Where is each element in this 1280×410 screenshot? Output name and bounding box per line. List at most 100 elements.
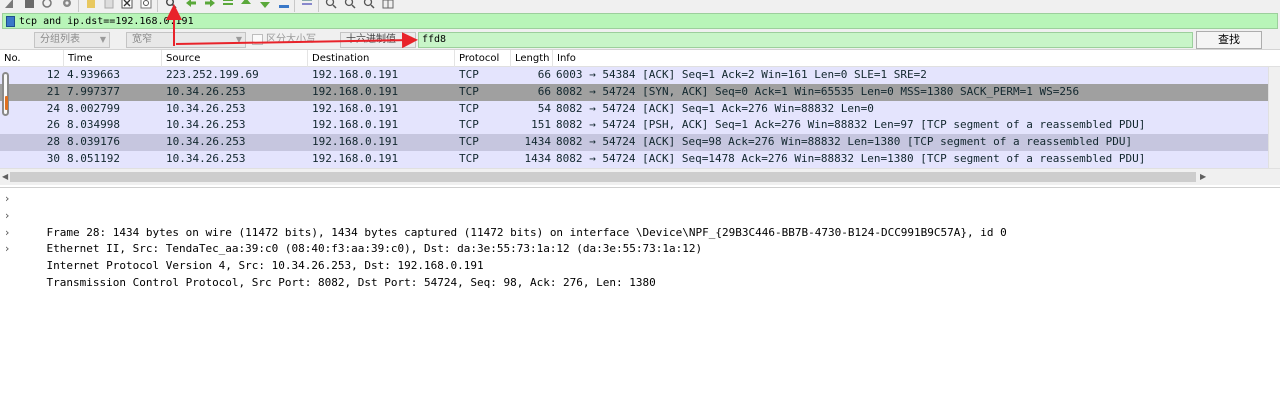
packet-no: 24	[46, 101, 60, 115]
packet-time: 8.002799	[67, 101, 120, 115]
scroll-right-icon[interactable]: ▶	[1200, 172, 1206, 181]
packet-info: 8082 → 54724 [ACK] Seq=98 Ack=276 Win=88…	[556, 135, 1133, 149]
packet-source: 223.252.199.69	[166, 68, 259, 81]
auto-scroll-icon[interactable]	[277, 0, 291, 10]
display-filter-text: tcp and ip.dst==192.168.0.191	[19, 16, 194, 27]
packet-time: 8.051192	[67, 151, 120, 165]
packet-source: 10.34.26.253	[166, 101, 246, 115]
packet-protocol: TCP	[459, 151, 479, 165]
packet-length: 54	[537, 101, 551, 115]
detail-tree-item-ip[interactable]: › Internet Protocol Version 4, Src: 10.3…	[0, 225, 1280, 273]
search-value-input[interactable]: ffd8	[418, 32, 1193, 48]
filter-bookmark-icon[interactable]	[6, 16, 15, 27]
capture-options-icon[interactable]	[60, 0, 74, 10]
shark-fin-icon[interactable]	[2, 0, 16, 10]
packet-destination: 192.168.0.191	[312, 68, 399, 81]
scroll-left-icon[interactable]: ◀	[2, 172, 8, 181]
chevron-down-icon: ▼	[235, 35, 242, 44]
packet-length: 66	[537, 84, 551, 98]
packet-info: 8082 → 54724 [ACK] Seq=1478 Ack=276 Win=…	[556, 151, 1146, 165]
packet-protocol: TCP	[459, 118, 479, 132]
packet-source: 10.34.26.253	[166, 118, 246, 132]
packet-list-horizontal-scrollbar[interactable]: ◀ ▶	[0, 168, 1280, 185]
column-header-protocol[interactable]: Protocol	[455, 50, 511, 67]
packet-destination: 192.168.0.191	[312, 151, 399, 165]
save-file-icon[interactable]	[102, 0, 116, 10]
restart-capture-icon[interactable]	[40, 0, 54, 10]
horizontal-scroll-thumb[interactable]	[10, 172, 1196, 182]
display-filter-bar: tcp and ip.dst==192.168.0.191	[0, 12, 1280, 30]
go-first-icon[interactable]	[239, 0, 253, 10]
packet-row-selected[interactable]: 28 8.039176 10.34.26.253 192.168.0.191 T…	[0, 134, 1268, 151]
packet-source: 10.34.26.253	[166, 151, 246, 165]
go-back-icon[interactable]	[184, 0, 198, 10]
packet-row[interactable]: 12 4.939663 223.252.199.69 192.168.0.191…	[0, 67, 1268, 84]
detail-tree-label: Transmission Control Protocol, Src Port:…	[46, 275, 656, 289]
search-in-value: 分组列表	[40, 34, 80, 45]
zoom-out-icon[interactable]	[343, 0, 357, 10]
case-sensitive-label: 区分大小写	[266, 34, 316, 45]
open-file-icon[interactable]	[84, 0, 98, 10]
packet-destination: 192.168.0.191	[312, 118, 399, 132]
packet-source: 10.34.26.253	[166, 84, 246, 98]
go-to-packet-icon[interactable]	[221, 0, 235, 10]
packet-row[interactable]: 21 7.997377 10.34.26.253 192.168.0.191 T…	[0, 83, 1268, 101]
packet-no: 26	[46, 118, 60, 132]
detail-tree-item-ethernet[interactable]: › Ethernet II, Src: TendaTec_aa:39:c0 (0…	[0, 208, 1280, 256]
packet-no: 12	[46, 68, 60, 81]
find-packet-icon[interactable]	[164, 0, 178, 10]
expand-chevron-icon[interactable]: ›	[5, 225, 9, 242]
packet-row[interactable]: 26 8.034998 10.34.26.253 192.168.0.191 T…	[0, 117, 1268, 135]
expand-chevron-icon[interactable]: ›	[5, 191, 9, 208]
search-in-select[interactable]: 分组列表 ▼	[34, 32, 110, 48]
column-header-destination[interactable]: Destination	[308, 50, 455, 67]
packet-length: 1434	[524, 151, 552, 165]
packet-row[interactable]: 30 8.051192 10.34.26.253 192.168.0.191 T…	[0, 150, 1268, 168]
packet-time: 7.997377	[67, 84, 120, 98]
colorize-icon[interactable]	[300, 0, 314, 10]
packet-protocol: TCP	[459, 101, 479, 115]
find-button[interactable]: 查找	[1196, 31, 1262, 49]
display-filter-input[interactable]: tcp and ip.dst==192.168.0.191	[2, 13, 1278, 29]
packet-length: 1434	[524, 135, 552, 149]
column-header-time[interactable]: Time	[64, 50, 162, 67]
packet-details-pane: › Frame 28: 1434 bytes on wire (11472 bi…	[0, 187, 1280, 410]
zoom-in-icon[interactable]	[324, 0, 338, 10]
packet-no: 30	[46, 151, 60, 165]
column-header-source[interactable]: Source	[162, 50, 308, 67]
expand-chevron-icon[interactable]: ›	[5, 208, 9, 225]
main-toolbar	[0, 0, 1280, 12]
zoom-normal-icon[interactable]	[362, 0, 376, 10]
close-file-icon[interactable]	[120, 0, 134, 10]
find-packet-bar: 分组列表 ▼ 宽窄 ▼ 区分大小写 十六进制值 ▼ ffd8 查找	[0, 30, 1280, 50]
packet-no: 28	[46, 135, 60, 149]
packet-list-vertical-scrollbar[interactable]	[1268, 67, 1280, 168]
packet-destination: 192.168.0.191	[312, 101, 399, 115]
packet-row[interactable]: 24 8.002799 10.34.26.253 192.168.0.191 T…	[0, 100, 1268, 118]
stop-capture-icon[interactable]	[22, 0, 36, 10]
search-type-select[interactable]: 十六进制值 ▼	[340, 32, 416, 48]
column-header-no[interactable]: No.	[0, 50, 64, 67]
go-last-icon[interactable]	[258, 0, 272, 10]
reload-file-icon[interactable]	[139, 0, 153, 10]
column-header-info[interactable]: Info	[553, 50, 1268, 67]
case-sensitive-checkbox[interactable]	[252, 34, 263, 45]
packet-length: 151	[531, 118, 551, 132]
packet-no: 21	[46, 84, 60, 98]
resize-columns-icon[interactable]	[381, 0, 395, 10]
packet-protocol: TCP	[459, 68, 479, 81]
expand-chevron-icon[interactable]: ›	[5, 241, 9, 258]
detail-tree-item-frame[interactable]: › Frame 28: 1434 bytes on wire (11472 bi…	[0, 191, 1280, 239]
minimap-marker	[5, 96, 8, 110]
packet-info: 6003 → 54384 [ACK] Seq=1 Ack=2 Win=161 L…	[556, 68, 927, 81]
detail-tree-item-tcp[interactable]: › Transmission Control Protocol, Src Por…	[0, 241, 1280, 289]
search-type-value: 十六进制值	[346, 34, 396, 45]
go-forward-icon[interactable]	[203, 0, 217, 10]
column-header-length[interactable]: Length	[511, 50, 553, 67]
packet-minimap[interactable]	[2, 72, 9, 116]
packet-list: 12 4.939663 223.252.199.69 192.168.0.191…	[0, 67, 1268, 168]
packet-length: 66	[537, 68, 551, 81]
chevron-down-icon: ▼	[405, 35, 412, 44]
packet-time: 8.034998	[67, 118, 120, 132]
char-width-select[interactable]: 宽窄 ▼	[126, 32, 246, 48]
